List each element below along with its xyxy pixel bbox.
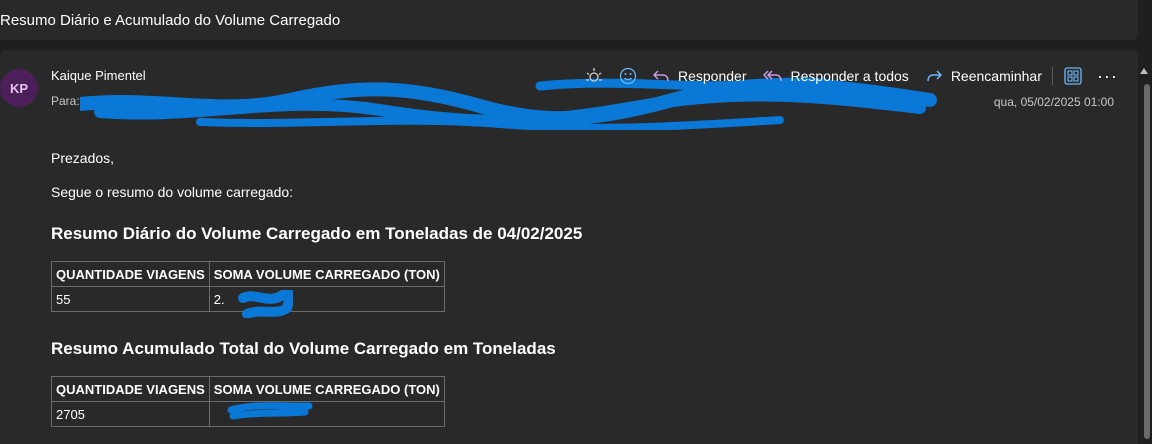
reply-all-label: Responder a todos (790, 68, 909, 84)
daily-summary-title: Resumo Diário do Volume Carregado em Ton… (51, 224, 583, 243)
more-options-button[interactable]: ··· (1097, 67, 1118, 85)
scroll-up-arrow[interactable] (1140, 68, 1148, 74)
forward-icon (927, 70, 942, 82)
scrollbar-thumb[interactable] (1144, 84, 1150, 439)
toolbar-divider (1051, 67, 1053, 85)
sun-icon[interactable] (582, 64, 606, 88)
table-header-cell: QUANTIDADE VIAGENS (51, 261, 210, 287)
intro-text: Segue o resumo do volume carregado: (51, 184, 294, 200)
forward-label: Reencaminhar (950, 68, 1042, 84)
message-pane: KP Kaique Pimentel Para: qua, 05/02/2025… (0, 50, 1138, 444)
email-subject: Resumo Diário e Acumulado do Volume Carr… (0, 12, 341, 29)
reply-button[interactable]: Responder (652, 68, 747, 84)
reply-icon (652, 70, 669, 82)
table-header-cell: QUANTIDADE VIAGENS (51, 376, 210, 402)
table-cell: 55 (51, 286, 210, 312)
to-label: Para: (51, 94, 80, 108)
apps-icon[interactable] (1061, 64, 1085, 88)
message-toolbar: Responder Responder a todos Reencaminhar… (582, 64, 1118, 88)
reply-label: Responder (678, 68, 747, 84)
emoji-icon[interactable] (616, 64, 640, 88)
avatar[interactable]: KP (0, 69, 38, 107)
table-header-cell: SOMA VOLUME CARREGADO (TON) (208, 376, 445, 402)
received-date: qua, 05/02/2025 01:00 (993, 95, 1114, 109)
volume-redaction (238, 290, 293, 318)
total-volume-redaction (227, 402, 313, 420)
reply-all-button[interactable]: Responder a todos (762, 68, 909, 84)
greeting-text: Prezados, (51, 150, 115, 166)
table-header-cell: SOMA VOLUME CARREGADO (TON) (208, 261, 445, 287)
table-cell: 2705 (51, 401, 210, 427)
total-summary-title: Resumo Acumulado Total do Volume Carrega… (51, 339, 556, 358)
table-header-row: QUANTIDADE VIAGENS SOMA VOLUME CARREGADO… (51, 261, 445, 287)
table-header-row: QUANTIDADE VIAGENS SOMA VOLUME CARREGADO… (51, 376, 445, 402)
forward-button[interactable]: Reencaminhar (925, 68, 1042, 84)
reply-all-icon (762, 70, 782, 82)
subject-bar: Resumo Diário e Acumulado do Volume Carr… (0, 0, 1138, 40)
